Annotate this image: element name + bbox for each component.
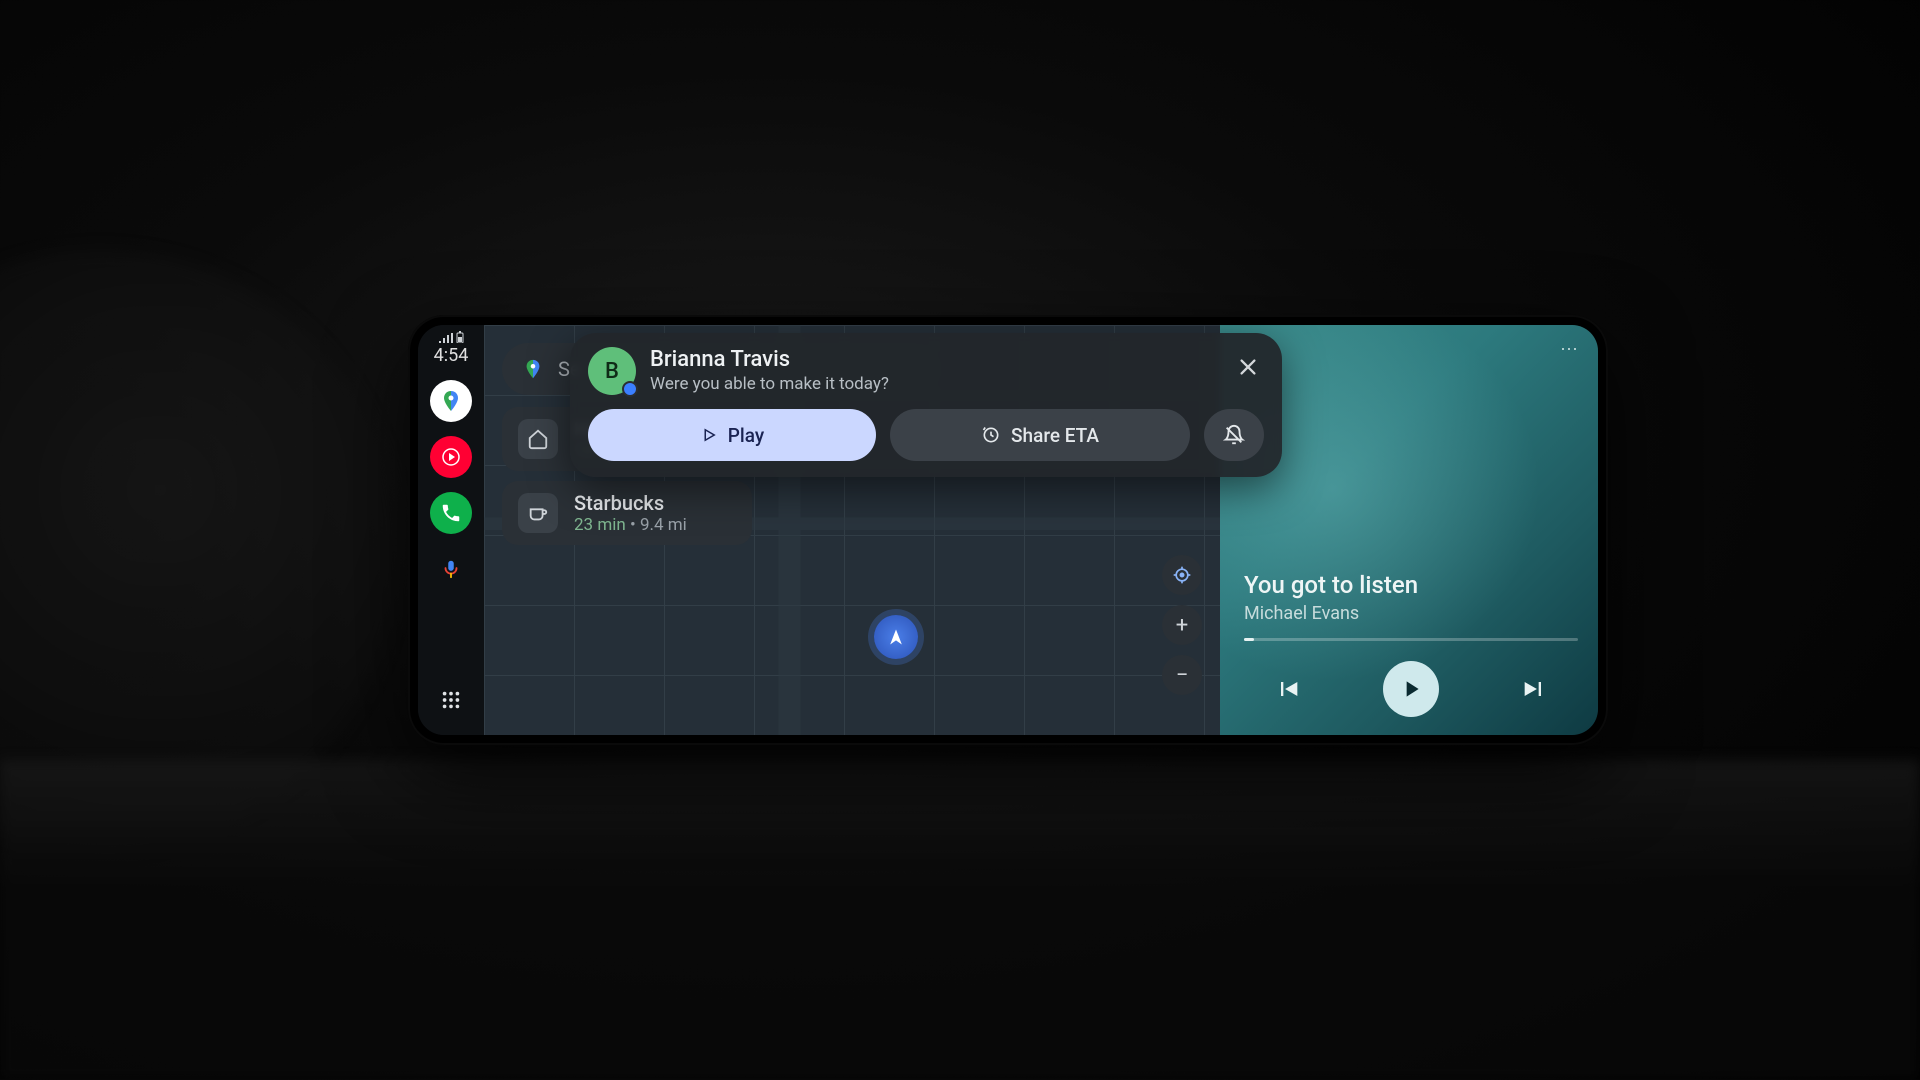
zoom-out-button[interactable]: − bbox=[1162, 655, 1202, 695]
infotainment-device: 4:54 Se bbox=[408, 315, 1608, 745]
destination-eta: 23 min bbox=[574, 515, 626, 535]
status-icons bbox=[439, 331, 464, 343]
media-progress-bar[interactable] bbox=[1244, 638, 1578, 641]
close-button[interactable] bbox=[1232, 351, 1264, 383]
media-artist: Michael Evans bbox=[1244, 603, 1578, 624]
phone-icon bbox=[440, 502, 462, 524]
notification-message: Were you able to make it today? bbox=[650, 374, 1218, 394]
previous-track-button[interactable] bbox=[1274, 675, 1302, 703]
mute-notifications-button[interactable] bbox=[1204, 409, 1264, 461]
skip-previous-icon bbox=[1274, 675, 1302, 703]
avatar-initial: B bbox=[605, 359, 619, 384]
play-button[interactable] bbox=[1383, 661, 1439, 717]
avatar: B bbox=[588, 347, 636, 395]
crosshair-icon bbox=[1172, 565, 1192, 585]
close-icon bbox=[1237, 356, 1259, 378]
sidebar-app-launcher[interactable] bbox=[430, 679, 472, 721]
skip-next-icon bbox=[1520, 675, 1548, 703]
status-bar: 4:54 bbox=[434, 331, 469, 366]
destination-distance: 9.4 mi bbox=[640, 515, 687, 535]
destination-title: Starbucks bbox=[574, 491, 687, 515]
clock: 4:54 bbox=[434, 345, 469, 366]
navigation-arrow-icon bbox=[886, 627, 906, 647]
mic-icon bbox=[440, 558, 462, 580]
sidebar-app-maps[interactable] bbox=[430, 380, 472, 422]
maps-icon bbox=[439, 389, 463, 413]
sidebar-app-youtube-music[interactable] bbox=[430, 436, 472, 478]
maps-pin-icon bbox=[522, 358, 544, 380]
media-controls bbox=[1244, 661, 1578, 717]
destination-card-starbucks[interactable]: Starbucks 23 min • 9.4 mi bbox=[502, 481, 752, 545]
media-menu-button[interactable]: ⋯ bbox=[1560, 339, 1580, 360]
notification-sender: Brianna Travis bbox=[650, 347, 1218, 372]
battery-icon bbox=[456, 331, 464, 343]
share-eta-label: Share ETA bbox=[1011, 424, 1099, 447]
recenter-button[interactable] bbox=[1162, 555, 1202, 595]
share-eta-button[interactable]: Share ETA bbox=[890, 409, 1190, 461]
zoom-in-button[interactable]: + bbox=[1162, 605, 1202, 645]
map-controls: + − bbox=[1162, 555, 1202, 695]
car-interior-dash bbox=[0, 760, 1920, 1080]
message-notification: B Brianna Travis Were you able to make i… bbox=[570, 333, 1282, 477]
clock-update-icon bbox=[981, 425, 1001, 445]
play-message-label: Play bbox=[728, 424, 764, 447]
next-track-button[interactable] bbox=[1520, 675, 1548, 703]
separator: • bbox=[626, 515, 640, 535]
media-progress-fill bbox=[1244, 638, 1254, 641]
coffee-icon bbox=[518, 493, 558, 533]
signal-icon bbox=[439, 333, 453, 343]
sidebar-assistant[interactable] bbox=[430, 548, 472, 590]
play-message-button[interactable]: Play bbox=[588, 409, 876, 461]
media-track-title: You got to listen bbox=[1244, 571, 1578, 599]
play-icon bbox=[1398, 676, 1424, 702]
home-icon bbox=[518, 419, 558, 459]
play-outline-icon bbox=[700, 426, 718, 444]
sidebar-app-phone[interactable] bbox=[430, 492, 472, 534]
messaging-app-badge-icon bbox=[622, 381, 638, 397]
youtube-music-icon bbox=[439, 445, 463, 469]
sidebar: 4:54 bbox=[418, 325, 484, 735]
current-location-puck bbox=[874, 615, 918, 659]
notification-header: B Brianna Travis Were you able to make i… bbox=[588, 347, 1264, 395]
notification-actions: Play Share ETA bbox=[588, 409, 1264, 461]
screen: 4:54 Se bbox=[418, 325, 1598, 735]
bell-off-icon bbox=[1223, 424, 1245, 446]
apps-grid-icon bbox=[440, 689, 462, 711]
